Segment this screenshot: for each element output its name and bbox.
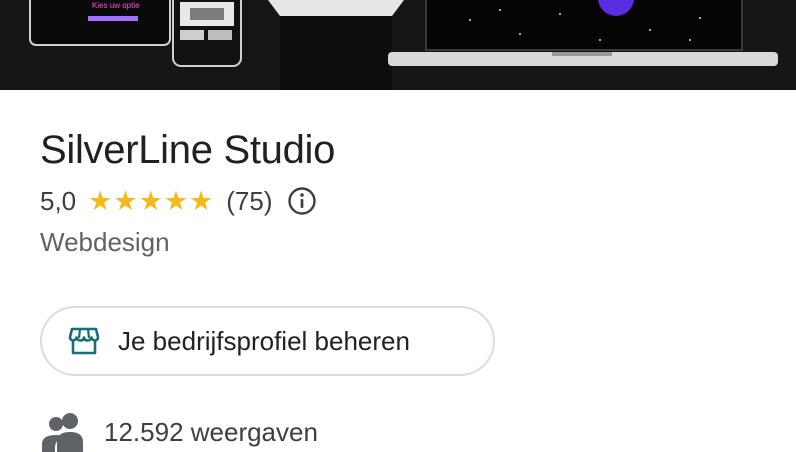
star-icon: ★ — [189, 186, 214, 216]
star-rating: ★ ★ ★ ★ ★ — [88, 187, 214, 215]
profile-views: 12.592 weergaven — [40, 412, 318, 452]
review-count-link[interactable]: (75) — [226, 186, 272, 217]
star-icon: ★ — [138, 186, 163, 216]
business-category: Webdesign — [40, 227, 170, 257]
people-icon — [42, 413, 83, 452]
manage-business-profile-label: Je bedrijfsprofiel beheren — [118, 325, 410, 356]
star-icon: ★ — [88, 186, 113, 216]
business-info: SilverLine Studio 5,0 ★ ★ ★ ★ ★ (75) Web… — [40, 124, 776, 258]
cover-photo[interactable]: Kies uw optie — [0, 0, 796, 90]
rating-row[interactable]: 5,0 ★ ★ ★ ★ ★ (75) — [40, 186, 776, 216]
star-icon: ★ — [163, 186, 189, 216]
business-name: SilverLine Studio — [40, 128, 336, 172]
cover-photo-illustration: Kies uw optie — [0, 0, 796, 90]
manage-business-profile-button[interactable]: Je bedrijfsprofiel beheren — [40, 306, 495, 376]
hero-screen-text: Kies uw optie — [92, 1, 140, 10]
views-count: 12.592 weergaven — [104, 416, 318, 447]
rating-value: 5,0 — [40, 185, 77, 216]
info-icon[interactable] — [287, 186, 317, 216]
storefront-icon — [68, 327, 100, 355]
star-icon: ★ — [113, 186, 138, 216]
